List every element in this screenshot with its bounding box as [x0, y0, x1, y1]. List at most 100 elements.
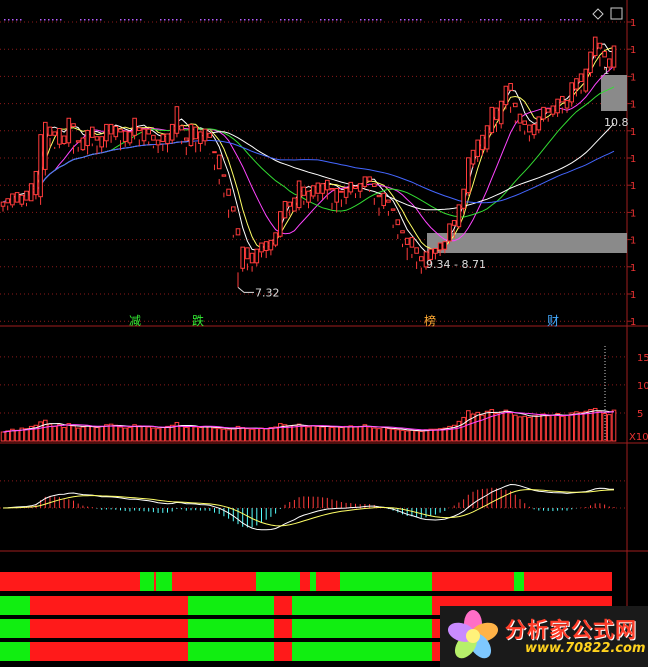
candle-body [231, 206, 236, 212]
volume-bar [75, 427, 81, 442]
volume-bar [90, 425, 95, 442]
header-dot [324, 19, 326, 21]
volume-bar [409, 429, 415, 442]
price-tick-label: 1 [630, 181, 636, 192]
candle-body [198, 131, 203, 144]
candle-body [470, 149, 476, 165]
volume-bar [141, 425, 147, 442]
volume-bar [376, 428, 382, 442]
volume-bar [386, 428, 391, 442]
candle-body [517, 113, 523, 124]
signal-segment [154, 572, 156, 591]
signal-segment [256, 572, 300, 591]
candle-body [118, 128, 123, 133]
price-tick-label: 1 [630, 100, 636, 111]
header-dot [296, 19, 298, 21]
header-dot [204, 19, 206, 21]
volume-bar [212, 427, 217, 442]
signal-segment [274, 619, 292, 638]
candle-body [14, 192, 20, 203]
candle-body [329, 188, 335, 191]
volume-bar [494, 413, 499, 442]
volume-bar [118, 426, 123, 442]
header-dot [532, 19, 534, 21]
header-dot [244, 19, 246, 21]
header-dot [408, 19, 410, 21]
price-tick-label: 1 [630, 154, 636, 165]
volume-bar [245, 428, 250, 442]
candle-body [555, 98, 560, 114]
candle-body [212, 151, 217, 154]
candle-body [545, 108, 551, 113]
candle-body [536, 116, 542, 131]
candle-body [315, 182, 321, 194]
header-dot [8, 19, 10, 21]
volume-bar [193, 426, 198, 442]
volume-bar [155, 428, 161, 442]
volume-bar [240, 427, 245, 442]
candle-body [141, 128, 147, 142]
header-dot [400, 19, 402, 21]
watermark-title: 分析家公式网 [505, 618, 637, 642]
header-dot [300, 19, 302, 21]
candle-body [5, 198, 10, 204]
volume-bar [372, 427, 377, 442]
signal-segment [30, 619, 188, 638]
candle-body [611, 45, 617, 68]
header-dot [568, 19, 570, 21]
signal-segment [340, 572, 432, 591]
volume-bar [52, 425, 58, 442]
candle-body [592, 36, 598, 57]
signal-segment [274, 642, 292, 661]
resistance-zone [601, 75, 627, 111]
volume-bar [137, 425, 142, 442]
candle-body [184, 137, 189, 141]
candle-body [301, 186, 307, 196]
volume-tick-label: 15 [637, 353, 648, 364]
candle-body [43, 121, 48, 170]
candle-body [306, 190, 311, 203]
candle-body [28, 183, 34, 202]
candle-body [404, 237, 410, 245]
candle-body [85, 130, 90, 147]
candle-body [259, 242, 264, 253]
volume-bar [216, 428, 222, 442]
candle-body [522, 120, 528, 125]
signal-label: 财 [547, 314, 559, 328]
support-zone [427, 233, 627, 253]
candle-body [447, 223, 452, 242]
volume-bar [339, 427, 344, 442]
volume-bar [231, 428, 236, 442]
candle-body [451, 220, 457, 226]
volume-bar [165, 425, 170, 442]
candle-body [357, 183, 363, 192]
header-dot [520, 19, 522, 21]
candle-body [254, 248, 260, 264]
candle-body [24, 190, 29, 201]
volume-bar [292, 424, 297, 442]
volume-bar [278, 423, 283, 442]
header-dot [452, 19, 454, 21]
header-dot [328, 19, 330, 21]
volume-bar [508, 412, 513, 442]
volume-bar [127, 427, 133, 442]
volume-bar [325, 425, 330, 442]
candle-body [310, 185, 316, 197]
stock-chart[interactable]: 1111111111117.329.34 - 8.7110.81减跌榜财1510… [0, 0, 648, 667]
candle-body [221, 174, 227, 177]
header-dot [376, 19, 378, 21]
candle-body [409, 237, 415, 248]
candle-body [10, 193, 15, 206]
candle-body [381, 192, 386, 207]
volume-bar [423, 429, 429, 442]
header-dot [180, 19, 182, 21]
header-dot [60, 19, 62, 21]
header-dot [160, 19, 162, 21]
candle-body [466, 157, 471, 194]
signal-segment [140, 572, 154, 591]
candle-body [494, 107, 499, 121]
candle-body [569, 82, 575, 103]
volume-bar [536, 414, 542, 442]
header-dot [332, 19, 334, 21]
candle-body [132, 117, 137, 136]
